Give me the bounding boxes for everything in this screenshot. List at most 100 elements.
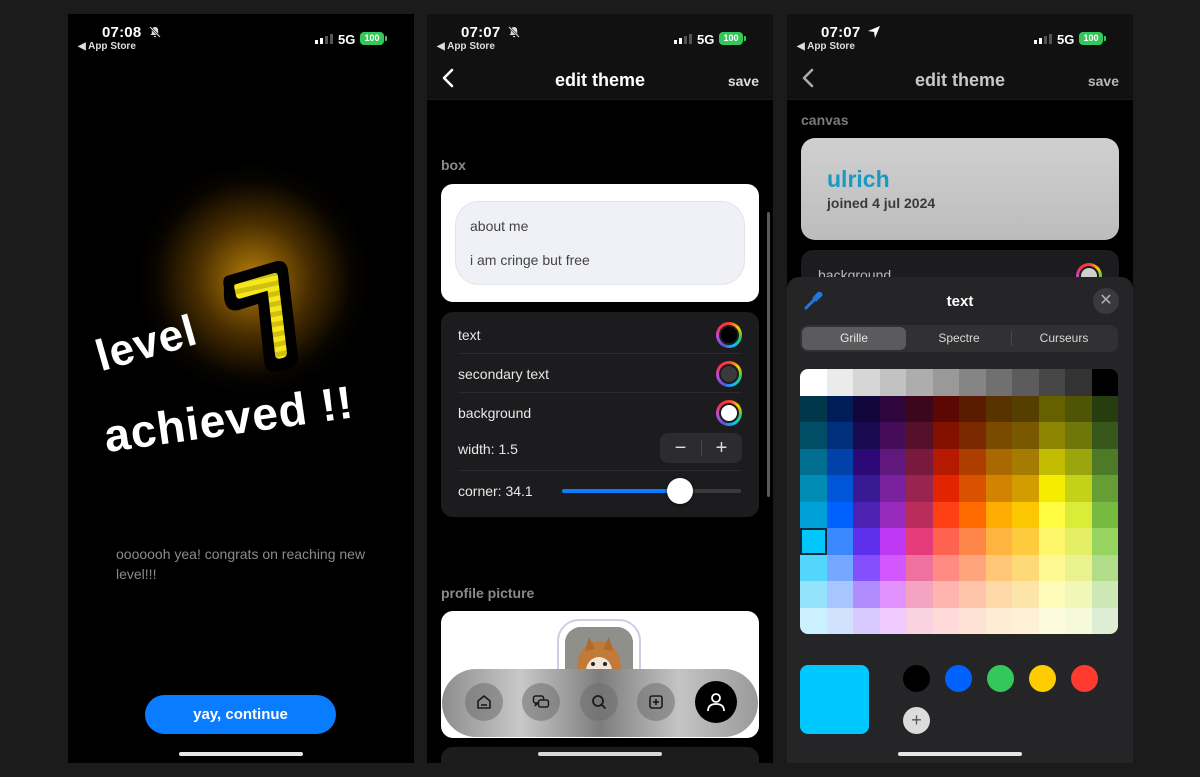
color-grid-cell[interactable] (826, 554, 853, 581)
color-grid-cell[interactable] (906, 581, 933, 608)
color-grid-cell[interactable] (826, 395, 853, 422)
color-grid-cell[interactable] (800, 528, 827, 555)
color-grid-cell[interactable] (1012, 395, 1039, 422)
color-grid-cell[interactable] (1012, 528, 1039, 555)
color-grid-cell[interactable] (1091, 554, 1118, 581)
tab-spectre[interactable]: Spectre (907, 327, 1011, 350)
color-swatch-button[interactable] (716, 322, 742, 348)
color-grid-cell[interactable] (826, 501, 853, 528)
tab-create[interactable] (637, 683, 675, 721)
color-grid-cell[interactable] (959, 554, 986, 581)
color-grid-cell[interactable] (985, 528, 1012, 555)
color-grid-cell[interactable] (879, 554, 906, 581)
color-grid-cell[interactable] (1091, 528, 1118, 555)
color-grid-cell[interactable] (1065, 501, 1092, 528)
color-grid-cell[interactable] (906, 554, 933, 581)
color-grid-cell[interactable] (1091, 422, 1118, 449)
color-grid-cell[interactable] (826, 448, 853, 475)
color-grid-cell[interactable] (800, 501, 827, 528)
color-grid-cell[interactable] (1065, 395, 1092, 422)
color-grid-cell[interactable] (1012, 607, 1039, 634)
color-grid-cell[interactable] (800, 369, 827, 396)
continue-button[interactable]: yay, continue (145, 695, 336, 734)
color-grid-cell[interactable] (853, 422, 880, 449)
color-grid-cell[interactable] (800, 422, 827, 449)
color-grid-cell[interactable] (879, 369, 906, 396)
decrement-button[interactable]: − (660, 433, 701, 463)
color-grid-cell[interactable] (1091, 607, 1118, 634)
color-grid-cell[interactable] (1065, 475, 1092, 502)
color-grid-cell[interactable] (906, 422, 933, 449)
color-grid-cell[interactable] (1012, 501, 1039, 528)
color-grid-cell[interactable] (932, 581, 959, 608)
color-grid-cell[interactable] (932, 369, 959, 396)
color-grid-cell[interactable] (932, 501, 959, 528)
color-grid-cell[interactable] (985, 369, 1012, 396)
color-grid-cell[interactable] (826, 475, 853, 502)
close-button[interactable]: ✕ (1093, 288, 1119, 314)
favorite-color-swatch[interactable] (987, 665, 1014, 692)
color-grid-cell[interactable] (1065, 448, 1092, 475)
color-grid-cell[interactable] (985, 501, 1012, 528)
back-to-app-store-link[interactable]: ◀ App Store (437, 41, 495, 52)
color-grid-cell[interactable] (1038, 422, 1065, 449)
color-grid-cell[interactable] (1065, 369, 1092, 396)
color-grid-cell[interactable] (853, 475, 880, 502)
favorite-color-swatch[interactable] (945, 665, 972, 692)
color-grid-cell[interactable] (959, 448, 986, 475)
back-to-app-store-link[interactable]: ◀ App Store (797, 41, 855, 52)
color-grid-cell[interactable] (1012, 448, 1039, 475)
color-grid-cell[interactable] (826, 369, 853, 396)
color-grid-cell[interactable] (1038, 501, 1065, 528)
color-grid-cell[interactable] (1038, 395, 1065, 422)
slider-thumb[interactable] (667, 478, 694, 504)
color-grid-cell[interactable] (1012, 554, 1039, 581)
corner-slider[interactable] (562, 478, 741, 504)
color-grid-cell[interactable] (906, 528, 933, 555)
color-grid-cell[interactable] (1091, 369, 1118, 396)
color-grid-cell[interactable] (879, 581, 906, 608)
color-grid-cell[interactable] (853, 581, 880, 608)
color-grid-cell[interactable] (879, 422, 906, 449)
color-grid-cell[interactable] (906, 369, 933, 396)
color-grid-cell[interactable] (932, 528, 959, 555)
tab-search[interactable] (580, 683, 618, 721)
color-grid-cell[interactable] (906, 475, 933, 502)
tab-curseurs[interactable]: Curseurs (1012, 327, 1116, 350)
color-swatch-button[interactable] (716, 400, 742, 426)
color-grid-cell[interactable] (932, 554, 959, 581)
tab-profile[interactable] (695, 681, 737, 723)
color-grid-cell[interactable] (985, 475, 1012, 502)
color-grid-cell[interactable] (985, 395, 1012, 422)
color-grid-cell[interactable] (985, 554, 1012, 581)
color-grid-cell[interactable] (959, 607, 986, 634)
color-grid-cell[interactable] (1091, 581, 1118, 608)
color-grid-cell[interactable] (853, 395, 880, 422)
save-button[interactable]: save (1088, 73, 1119, 89)
color-grid-cell[interactable] (906, 395, 933, 422)
color-grid-cell[interactable] (1091, 395, 1118, 422)
tab-home[interactable] (465, 683, 503, 721)
color-grid-cell[interactable] (1091, 501, 1118, 528)
color-grid-cell[interactable] (1065, 528, 1092, 555)
color-grid-cell[interactable] (1038, 607, 1065, 634)
color-grid-cell[interactable] (1038, 528, 1065, 555)
color-grid-cell[interactable] (800, 581, 827, 608)
add-favorite-color-button[interactable]: + (903, 707, 930, 734)
color-grid-cell[interactable] (853, 607, 880, 634)
color-grid-cell[interactable] (800, 554, 827, 581)
favorite-color-swatch[interactable] (1029, 665, 1056, 692)
color-grid-cell[interactable] (879, 395, 906, 422)
color-grid-cell[interactable] (800, 395, 827, 422)
color-grid-cell[interactable] (800, 607, 827, 634)
color-grid-cell[interactable] (826, 422, 853, 449)
color-row-secondary-text[interactable]: secondary text (458, 355, 742, 393)
home-indicator[interactable] (538, 752, 662, 756)
color-grid-cell[interactable] (1065, 422, 1092, 449)
color-grid-cell[interactable] (959, 369, 986, 396)
color-grid-cell[interactable] (826, 528, 853, 555)
color-grid-cell[interactable] (1012, 369, 1039, 396)
color-grid-cell[interactable] (853, 528, 880, 555)
color-grid-cell[interactable] (932, 422, 959, 449)
color-grid-cell[interactable] (853, 448, 880, 475)
